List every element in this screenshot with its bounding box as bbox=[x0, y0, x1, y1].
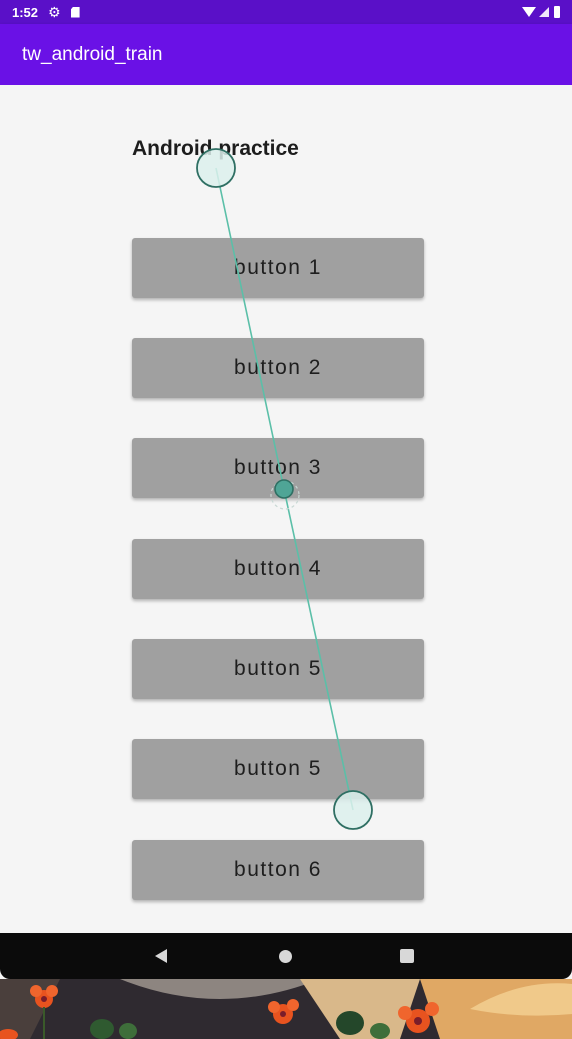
app-bar: tw_android_train bbox=[0, 24, 572, 85]
button-6[interactable]: button 6 bbox=[132, 840, 424, 900]
button-2[interactable]: button 2 bbox=[132, 338, 424, 398]
status-icons bbox=[522, 0, 560, 24]
app-title: tw_android_train bbox=[22, 44, 163, 65]
status-bar: 1:52 ⚙ bbox=[0, 0, 572, 24]
navigation-bar bbox=[0, 933, 572, 979]
home-icon[interactable] bbox=[279, 950, 292, 963]
gear-icon: ⚙ bbox=[48, 3, 61, 20]
back-icon[interactable] bbox=[155, 949, 167, 963]
phone-screen: 1:52 ⚙ tw_android_train Android practice… bbox=[0, 0, 572, 1039]
wallpaper-strip bbox=[0, 979, 572, 1039]
button-4[interactable]: button 4 bbox=[132, 539, 424, 599]
wifi-icon bbox=[522, 7, 536, 17]
battery-icon bbox=[554, 6, 560, 18]
button-1[interactable]: button 1 bbox=[132, 238, 424, 298]
page-heading: Android practice bbox=[132, 137, 299, 160]
button-5[interactable]: button 5 bbox=[132, 639, 424, 699]
sd-card-icon bbox=[70, 6, 80, 18]
main-content: Android practice button 1 button 2 butto… bbox=[0, 85, 572, 933]
button-3[interactable]: button 3 bbox=[132, 438, 424, 498]
button-5-second[interactable]: button 5 bbox=[132, 739, 424, 799]
recents-icon[interactable] bbox=[400, 949, 414, 963]
status-time: 1:52 bbox=[12, 4, 39, 20]
signal-icon bbox=[539, 7, 549, 17]
